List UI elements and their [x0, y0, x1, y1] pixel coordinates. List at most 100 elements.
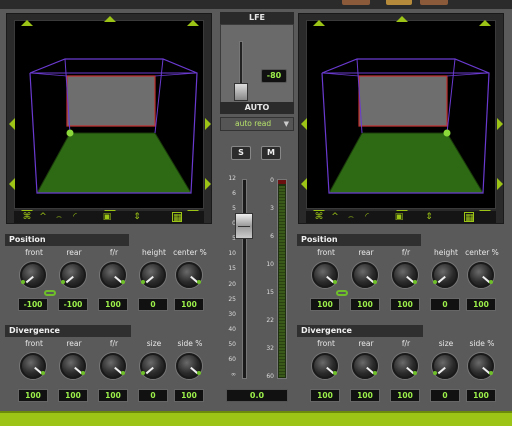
grid-icon[interactable]: ▦: [172, 212, 182, 223]
curve-up-icon[interactable]: ^: [38, 212, 48, 222]
meter-scale-label: 22: [266, 317, 274, 324]
divergence-knob[interactable]: [140, 353, 166, 379]
divergence-knob-value[interactable]: 100: [174, 389, 204, 402]
divergence-knob-value[interactable]: 0: [430, 389, 460, 402]
meter-scale-label: 3: [270, 205, 274, 212]
position-header: Position: [297, 234, 421, 246]
divergence-knob[interactable]: [352, 353, 378, 379]
position-knob[interactable]: [140, 262, 166, 288]
right-panner: ⌘ ^ ⌢ ◜ ▣ ⇕ ▦: [298, 13, 504, 224]
position-knob-value[interactable]: -100: [18, 298, 48, 311]
position-knob-value[interactable]: 100: [466, 298, 496, 311]
position-knob[interactable]: [176, 262, 202, 288]
grid-icon[interactable]: ▦: [464, 212, 474, 223]
meter-scale-label: 0: [270, 177, 274, 184]
divergence-header: Divergence: [297, 325, 423, 337]
divergence-knob-value[interactable]: 100: [466, 389, 496, 402]
fader-scale-label: 30: [228, 310, 236, 318]
speaker-icon[interactable]: ▣: [102, 212, 112, 222]
position-knob-value[interactable]: 100: [350, 298, 380, 311]
knob-indicator-led: [141, 371, 145, 375]
meter-scale-label: 32: [266, 345, 274, 352]
divergence-knob[interactable]: [176, 353, 202, 379]
divergence-knob-value[interactable]: 0: [138, 389, 168, 402]
position-knob[interactable]: [352, 262, 378, 288]
chevron-down-icon: ▼: [283, 120, 289, 128]
top-tab[interactable]: [420, 0, 448, 5]
link-icon[interactable]: [44, 290, 56, 296]
divergence-knob-value[interactable]: 100: [310, 389, 340, 402]
divergence-knob[interactable]: [312, 353, 338, 379]
knob-indicator-led: [61, 280, 65, 284]
position-knob-label: height: [434, 248, 458, 257]
volume-fader-cap[interactable]: [235, 213, 253, 239]
divergence-knob[interactable]: [60, 353, 86, 379]
solo-button[interactable]: S: [231, 146, 251, 160]
speaker-icon[interactable]: ▣: [394, 212, 404, 222]
automation-mode-select[interactable]: auto read ▼: [220, 117, 294, 131]
position-knob[interactable]: [432, 262, 458, 288]
knob-indicator-led: [41, 371, 45, 375]
curve-down-icon[interactable]: ⌢: [346, 212, 356, 222]
knob-indicator-led: [373, 280, 377, 284]
position-knob[interactable]: [100, 262, 126, 288]
curve-up-icon[interactable]: ^: [330, 212, 340, 222]
divergence-knob-label: side %: [469, 339, 495, 348]
volume-fader-area: 1265051015202530405060∞ 0361015223260: [222, 175, 292, 385]
position-knob[interactable]: [20, 262, 46, 288]
position-knob-value[interactable]: 0: [138, 298, 168, 311]
position-knob-value[interactable]: 100: [390, 298, 420, 311]
divergence-knob-value[interactable]: 100: [98, 389, 128, 402]
divergence-knob-value[interactable]: 100: [58, 389, 88, 402]
divergence-knob[interactable]: [20, 353, 46, 379]
knob-indicator-led: [197, 371, 201, 375]
position-knob[interactable]: [312, 262, 338, 288]
position-knob[interactable]: [468, 262, 494, 288]
divergence-knob-value[interactable]: 100: [18, 389, 48, 402]
divergence-knob[interactable]: [392, 353, 418, 379]
position-knob-value[interactable]: 100: [98, 298, 128, 311]
divergence-knob-value[interactable]: 100: [350, 389, 380, 402]
position-knob-value[interactable]: 0: [430, 298, 460, 311]
automation-mode-value: auto read: [235, 119, 272, 128]
lfe-fader-cap[interactable]: [234, 83, 248, 101]
divergence-knob-label: front: [317, 339, 335, 348]
volume-value[interactable]: 0.0: [226, 389, 288, 402]
position-knob-value[interactable]: 100: [174, 298, 204, 311]
top-tab[interactable]: [386, 0, 412, 5]
position-knob-value[interactable]: 100: [310, 298, 340, 311]
fader-scale-label: 0: [222, 220, 236, 227]
top-tab[interactable]: [342, 0, 370, 5]
divergence-knob[interactable]: [432, 353, 458, 379]
meter-scale-label: 60: [266, 373, 274, 380]
link-icon[interactable]: ⇕: [424, 212, 434, 222]
clip-indicator[interactable]: [278, 180, 286, 184]
pan-mode-icon[interactable]: ⌘: [314, 212, 324, 222]
knob-indicator-led: [141, 280, 145, 284]
divergence-knob-value[interactable]: 100: [390, 389, 420, 402]
speaker-markers: [301, 16, 503, 216]
lfe-label: LFE: [220, 12, 294, 24]
level-meter: [277, 179, 287, 379]
knob-indicator-led: [433, 371, 437, 375]
link-icon[interactable]: [336, 290, 348, 296]
link-icon[interactable]: ⇕: [132, 212, 142, 222]
position-knob-value[interactable]: -100: [58, 298, 88, 311]
divergence-knob[interactable]: [100, 353, 126, 379]
curve-flat-icon[interactable]: ◜: [362, 212, 372, 222]
divergence-knob-label: side %: [177, 339, 203, 348]
meter-scale-label: 10: [266, 261, 274, 268]
speaker-markers: [9, 16, 211, 216]
auto-label: AUTO: [220, 102, 294, 114]
position-knob[interactable]: [392, 262, 418, 288]
curve-flat-icon[interactable]: ◜: [70, 212, 80, 222]
mute-button[interactable]: M: [261, 146, 281, 160]
position-knob[interactable]: [60, 262, 86, 288]
fader-scale-label: 5: [222, 235, 236, 242]
fader-scale-label: 60: [228, 355, 236, 363]
divergence-knob[interactable]: [468, 353, 494, 379]
curve-down-icon[interactable]: ⌢: [54, 212, 64, 222]
pan-mode-icon[interactable]: ⌘: [22, 212, 32, 222]
lfe-value[interactable]: -80: [261, 69, 287, 83]
position-knob-label: f/r: [401, 248, 411, 257]
